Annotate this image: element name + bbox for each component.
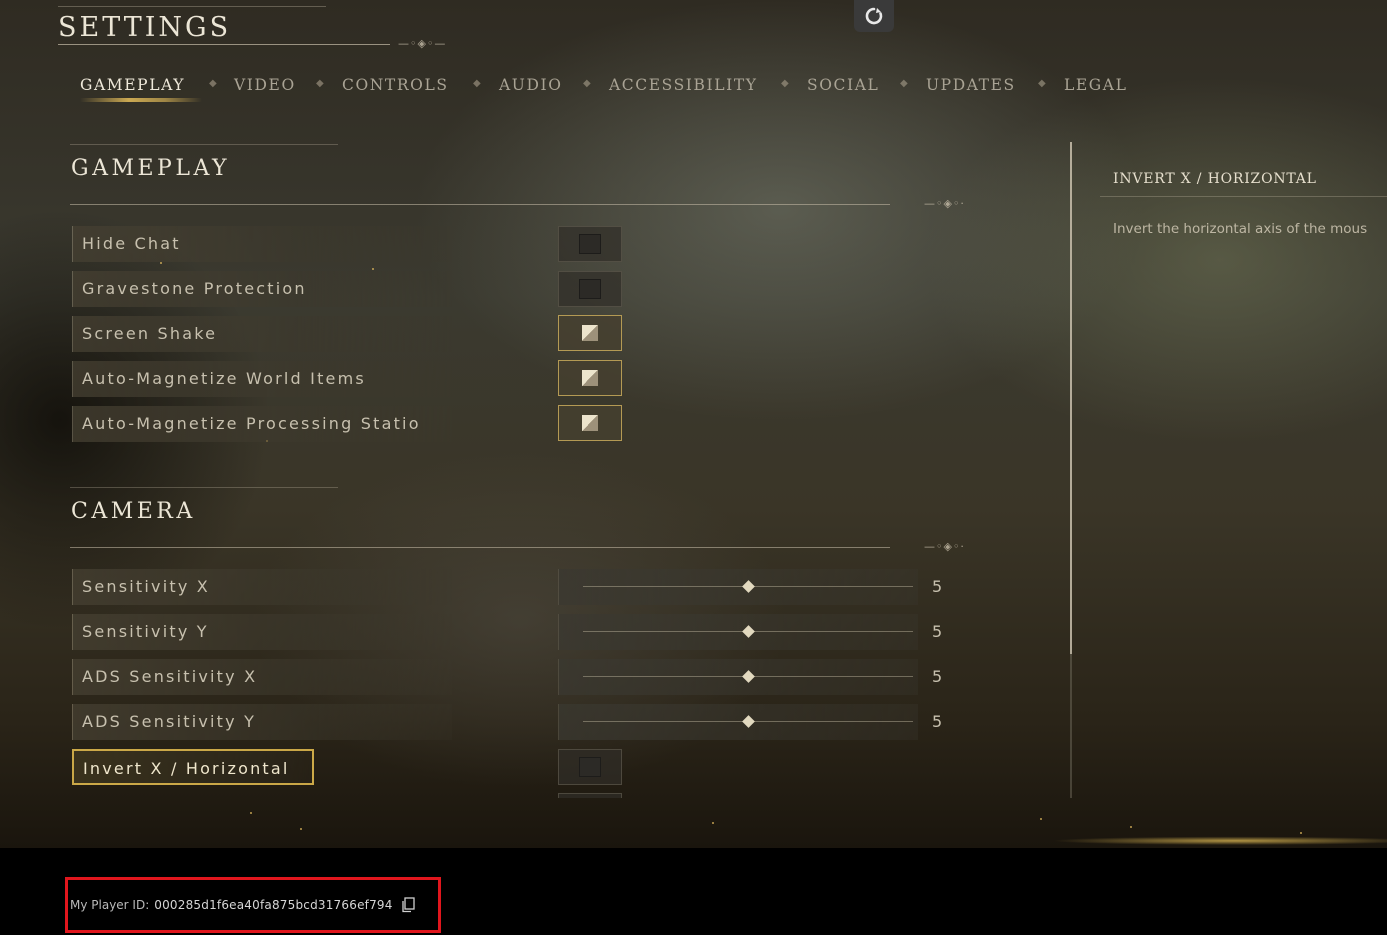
slider-thumb[interactable] xyxy=(741,625,755,638)
spark xyxy=(712,822,714,824)
setting-label-ads-sensitivity-x[interactable]: ADS Sensitivity X xyxy=(72,659,452,695)
title-underline xyxy=(58,44,390,45)
setting-label-hide-chat[interactable]: Hide Chat xyxy=(72,226,452,262)
checkmark-icon xyxy=(582,370,598,386)
player-id-box: My Player ID: 000285d1f6ea40fa875bcd3176… xyxy=(65,877,441,933)
checkbox-box xyxy=(579,279,601,299)
checkmark-icon xyxy=(582,415,598,431)
ornament-icon: —◦◈◦— xyxy=(398,37,447,50)
invert-x-checkbox[interactable] xyxy=(558,749,622,785)
ornament-icon: —◦◈◦· xyxy=(924,197,965,210)
info-panel-description: Invert the horizontal axis of the mous xyxy=(1113,221,1368,237)
section-title-camera: CAMERA xyxy=(71,499,196,524)
section-rule xyxy=(70,547,890,548)
settings-list[interactable]: GAMEPLAY —◦◈◦· Hide Chat Gravestone Prot… xyxy=(70,142,1070,798)
section-top-line xyxy=(70,144,338,145)
info-panel-divider xyxy=(1100,196,1387,197)
setting-label-sensitivity-y[interactable]: Sensitivity Y xyxy=(72,614,452,650)
sensitivity-y-slider[interactable] xyxy=(558,614,918,650)
tab-video[interactable]: VIDEO xyxy=(234,76,296,94)
tab-separator-icon: ◆ xyxy=(316,78,324,89)
sensitivity-x-slider[interactable] xyxy=(558,569,918,605)
tab-separator-icon: ◆ xyxy=(209,78,217,89)
tab-gameplay[interactable]: GAMEPLAY xyxy=(80,76,185,94)
setting-label-auto-magnetize-world-items[interactable]: Auto-Magnetize World Items xyxy=(72,361,452,397)
next-row-checkbox-partial[interactable] xyxy=(558,793,622,798)
copy-icon[interactable] xyxy=(401,897,415,913)
setting-label-auto-magnetize-processing[interactable]: Auto-Magnetize Processing Statio xyxy=(72,406,452,442)
tab-separator-icon: ◆ xyxy=(781,78,789,89)
tab-social[interactable]: SOCIAL xyxy=(807,76,879,94)
auto-magnetize-processing-checkbox[interactable] xyxy=(558,405,622,441)
spark xyxy=(1130,826,1132,828)
tab-separator-icon: ◆ xyxy=(583,78,591,89)
checkmark-icon xyxy=(582,325,598,341)
setting-label-screen-shake[interactable]: Screen Shake xyxy=(72,316,452,352)
tab-separator-icon: ◆ xyxy=(1038,78,1046,89)
slider-value: 5 xyxy=(932,577,943,596)
ads-sensitivity-y-slider[interactable] xyxy=(558,704,918,740)
ads-sensitivity-x-slider[interactable] xyxy=(558,659,918,695)
refresh-icon xyxy=(865,7,883,25)
spark xyxy=(300,828,302,830)
spark xyxy=(1040,818,1042,820)
setting-label-sensitivity-x[interactable]: Sensitivity X xyxy=(72,569,452,605)
tab-controls[interactable]: CONTROLS xyxy=(342,76,449,94)
section-top-line xyxy=(70,487,338,488)
scrollbar-thumb[interactable] xyxy=(1070,142,1072,654)
slider-value: 5 xyxy=(932,622,943,641)
player-id-value: 000285d1f6ea40fa875bcd31766ef794 xyxy=(154,898,393,912)
setting-label-ads-sensitivity-y[interactable]: ADS Sensitivity Y xyxy=(72,704,452,740)
tab-audio[interactable]: AUDIO xyxy=(499,76,563,94)
hide-chat-checkbox[interactable] xyxy=(558,226,622,262)
section-title-gameplay: GAMEPLAY xyxy=(71,156,230,181)
info-panel-title: INVERT X / HORIZONTAL xyxy=(1113,171,1317,187)
tab-separator-icon: ◆ xyxy=(900,78,908,89)
setting-label-invert-x[interactable]: Invert X / Horizontal xyxy=(72,749,314,785)
gold-glow-line xyxy=(880,830,1387,848)
spark xyxy=(250,812,252,814)
section-rule xyxy=(70,204,890,205)
gravestone-protection-checkbox[interactable] xyxy=(558,271,622,307)
player-id-label: My Player ID: xyxy=(70,898,150,912)
slider-thumb[interactable] xyxy=(741,715,755,728)
checkbox-box xyxy=(579,757,601,777)
tab-legal[interactable]: LEGAL xyxy=(1064,76,1127,94)
auto-magnetize-world-items-checkbox[interactable] xyxy=(558,360,622,396)
page-title: SETTINGS xyxy=(58,12,232,43)
ornament-icon: —◦◈◦· xyxy=(924,540,965,553)
tab-accessibility[interactable]: ACCESSIBILITY xyxy=(609,76,758,94)
slider-thumb[interactable] xyxy=(741,670,755,683)
slider-value: 5 xyxy=(932,667,943,686)
slider-value: 5 xyxy=(932,712,943,731)
setting-label-gravestone-protection[interactable]: Gravestone Protection xyxy=(72,271,452,307)
slider-thumb[interactable] xyxy=(741,580,755,593)
tab-separator-icon: ◆ xyxy=(473,78,481,89)
header-top-line xyxy=(58,6,326,7)
spark xyxy=(1300,832,1302,834)
active-tab-underline xyxy=(80,98,202,102)
refresh-button[interactable] xyxy=(854,0,894,32)
tab-updates[interactable]: UPDATES xyxy=(926,76,1016,94)
checkbox-box xyxy=(579,234,601,254)
screen-shake-checkbox[interactable] xyxy=(558,315,622,351)
